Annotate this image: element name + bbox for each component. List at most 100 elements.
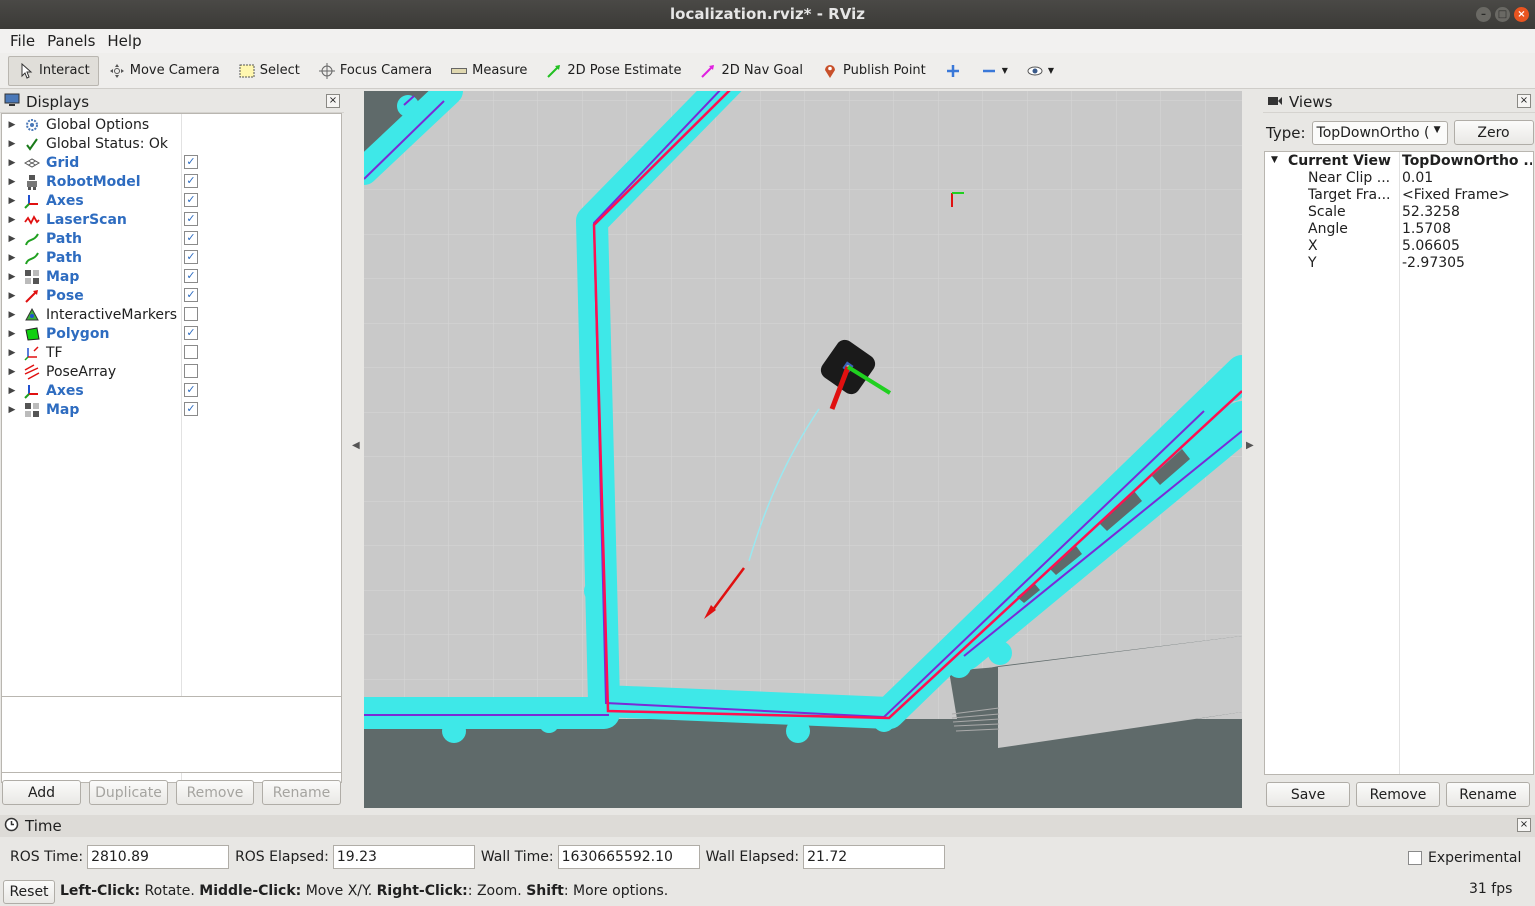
view-property-row[interactable]: Angle 1.5708 xyxy=(1265,221,1533,238)
visibility-tool-button[interactable]: ▼ xyxy=(1017,56,1063,86)
expand-arrow-icon[interactable]: ▶ xyxy=(2,139,22,149)
remove-view-button[interactable]: Remove xyxy=(1356,782,1440,807)
view-property-row[interactable]: X 5.06605 xyxy=(1265,238,1533,255)
rename-display-button[interactable]: Rename xyxy=(262,780,341,805)
experimental-option[interactable]: Experimental xyxy=(1408,850,1521,866)
publish-point-tool-button[interactable]: Publish Point xyxy=(812,56,935,86)
expand-arrow-icon[interactable]: ▶ xyxy=(2,196,22,206)
rename-view-button[interactable]: Rename xyxy=(1446,782,1530,807)
maximize-icon[interactable]: □ xyxy=(1495,7,1510,22)
menu-file[interactable]: File xyxy=(4,32,41,50)
view-type-select[interactable]: TopDownOrtho ( ▼ xyxy=(1311,120,1448,145)
menu-help[interactable]: Help xyxy=(101,32,147,50)
display-item[interactable]: ▶ Axes ✓ xyxy=(2,381,342,400)
wall-elapsed-field[interactable]: 21.72 xyxy=(803,845,946,869)
display-item[interactable]: ▶ TF xyxy=(2,343,342,362)
expand-arrow-icon[interactable]: ▶ xyxy=(2,158,22,168)
prop-value[interactable]: 1.5708 xyxy=(1402,221,1532,237)
prop-value[interactable]: 52.3258 xyxy=(1402,204,1532,220)
expand-arrow-icon[interactable]: ▶ xyxy=(2,405,22,415)
measure-tool-button[interactable]: Measure xyxy=(441,56,536,86)
display-item[interactable]: ▶ Path ✓ xyxy=(2,229,342,248)
expand-arrow-icon[interactable]: ▶ xyxy=(2,177,22,187)
prop-value[interactable]: -2.97305 xyxy=(1402,255,1532,271)
reset-button[interactable]: Reset xyxy=(3,880,55,904)
display-enable-checkbox[interactable] xyxy=(184,345,198,359)
expand-arrow-icon[interactable]: ▶ xyxy=(2,367,22,377)
map-render[interactable] xyxy=(364,91,1242,808)
display-enable-checkbox[interactable]: ✓ xyxy=(184,250,198,264)
close-icon[interactable]: × xyxy=(1517,94,1531,108)
display-enable-checkbox[interactable]: ✓ xyxy=(184,212,198,226)
expand-arrow-icon[interactable]: ▶ xyxy=(2,348,22,358)
display-item[interactable]: ▶ Global Status: Ok xyxy=(2,134,342,153)
view-property-row[interactable]: Y -2.97305 xyxy=(1265,255,1533,272)
display-item[interactable]: ▶ Grid ✓ xyxy=(2,153,342,172)
wall-time-field[interactable]: 1630665592.10 xyxy=(557,845,700,869)
display-enable-checkbox[interactable]: ✓ xyxy=(184,383,198,397)
close-icon[interactable]: × xyxy=(326,94,340,108)
view-property-row[interactable]: Target Fra... <Fixed Frame> xyxy=(1265,187,1533,204)
expand-down-icon[interactable]: ▼ xyxy=(1271,155,1278,165)
expand-arrow-icon[interactable]: ▶ xyxy=(2,291,22,301)
focus-camera-tool-button[interactable]: Focus Camera xyxy=(309,56,441,86)
ros-time-field[interactable]: 2810.89 xyxy=(87,845,230,869)
remove-tool-button[interactable]: ▼ xyxy=(971,56,1017,86)
display-item[interactable]: ▶ Map ✓ xyxy=(2,400,342,419)
display-item[interactable]: ▶ Pose ✓ xyxy=(2,286,342,305)
minimize-icon[interactable]: – xyxy=(1476,7,1491,22)
display-enable-checkbox[interactable]: ✓ xyxy=(184,402,198,416)
duplicate-display-button[interactable]: Duplicate xyxy=(89,780,168,805)
display-item[interactable]: ▶ InteractiveMarkers xyxy=(2,305,342,324)
render-viewport[interactable] xyxy=(364,91,1242,808)
display-item[interactable]: ▶ LaserScan ✓ xyxy=(2,210,342,229)
remove-display-button[interactable]: Remove xyxy=(176,780,254,805)
display-item[interactable]: ▶ RobotModel ✓ xyxy=(2,172,342,191)
display-item[interactable]: ▶ PoseArray xyxy=(2,362,342,381)
expand-arrow-icon[interactable]: ▶ xyxy=(2,120,22,130)
close-icon[interactable]: × xyxy=(1514,7,1529,22)
current-view-row[interactable]: ▼ Current View TopDownOrtho ... xyxy=(1265,153,1533,170)
expand-arrow-icon[interactable]: ▶ xyxy=(2,329,22,339)
save-view-button[interactable]: Save xyxy=(1266,782,1350,807)
display-enable-checkbox[interactable]: ✓ xyxy=(184,288,198,302)
menu-panels[interactable]: Panels xyxy=(41,32,101,50)
display-item[interactable]: ▶ Polygon ✓ xyxy=(2,324,342,343)
select-tool-button[interactable]: Select xyxy=(229,56,309,86)
prop-value[interactable]: 5.06605 xyxy=(1402,238,1532,254)
expand-arrow-icon[interactable]: ▶ xyxy=(2,272,22,282)
add-tool-button[interactable] xyxy=(935,56,971,86)
expand-arrow-icon[interactable]: ▶ xyxy=(2,253,22,263)
ros-elapsed-field[interactable]: 19.23 xyxy=(332,845,475,869)
view-property-row[interactable]: Scale 52.3258 xyxy=(1265,204,1533,221)
expand-arrow-icon[interactable]: ▶ xyxy=(2,310,22,320)
display-enable-checkbox[interactable]: ✓ xyxy=(184,269,198,283)
expand-arrow-icon[interactable]: ▶ xyxy=(2,386,22,396)
display-enable-checkbox[interactable]: ✓ xyxy=(184,326,198,340)
display-enable-checkbox[interactable]: ✓ xyxy=(184,231,198,245)
move-camera-tool-button[interactable]: Move Camera xyxy=(99,56,229,86)
interact-tool-button[interactable]: Interact xyxy=(8,55,99,86)
display-enable-checkbox[interactable] xyxy=(184,364,198,378)
nav-goal-tool-button[interactable]: 2D Nav Goal xyxy=(690,56,812,86)
display-item[interactable]: ▶ Map ✓ xyxy=(2,267,342,286)
display-enable-checkbox[interactable]: ✓ xyxy=(184,155,198,169)
display-item[interactable]: ▶ Global Options xyxy=(2,115,342,134)
prop-value[interactable]: 0.01 xyxy=(1402,170,1532,186)
close-icon[interactable]: × xyxy=(1517,818,1531,832)
collapse-right-arrow-icon[interactable]: ▶ xyxy=(1246,440,1254,451)
prop-value[interactable]: <Fixed Frame> xyxy=(1402,187,1532,203)
display-enable-checkbox[interactable]: ✓ xyxy=(184,174,198,188)
view-property-row[interactable]: Near Clip ... 0.01 xyxy=(1265,170,1533,187)
display-item[interactable]: ▶ Path ✓ xyxy=(2,248,342,267)
display-enable-checkbox[interactable]: ✓ xyxy=(184,193,198,207)
display-enable-checkbox[interactable] xyxy=(184,307,198,321)
expand-arrow-icon[interactable]: ▶ xyxy=(2,215,22,225)
experimental-checkbox[interactable] xyxy=(1408,851,1422,865)
expand-arrow-icon[interactable]: ▶ xyxy=(2,234,22,244)
pose-estimate-tool-button[interactable]: 2D Pose Estimate xyxy=(536,56,690,86)
add-display-button[interactable]: Add xyxy=(2,780,81,805)
collapse-left-arrow-icon[interactable]: ◀ xyxy=(352,440,360,451)
zero-button[interactable]: Zero xyxy=(1453,120,1534,145)
display-item[interactable]: ▶ Axes ✓ xyxy=(2,191,342,210)
